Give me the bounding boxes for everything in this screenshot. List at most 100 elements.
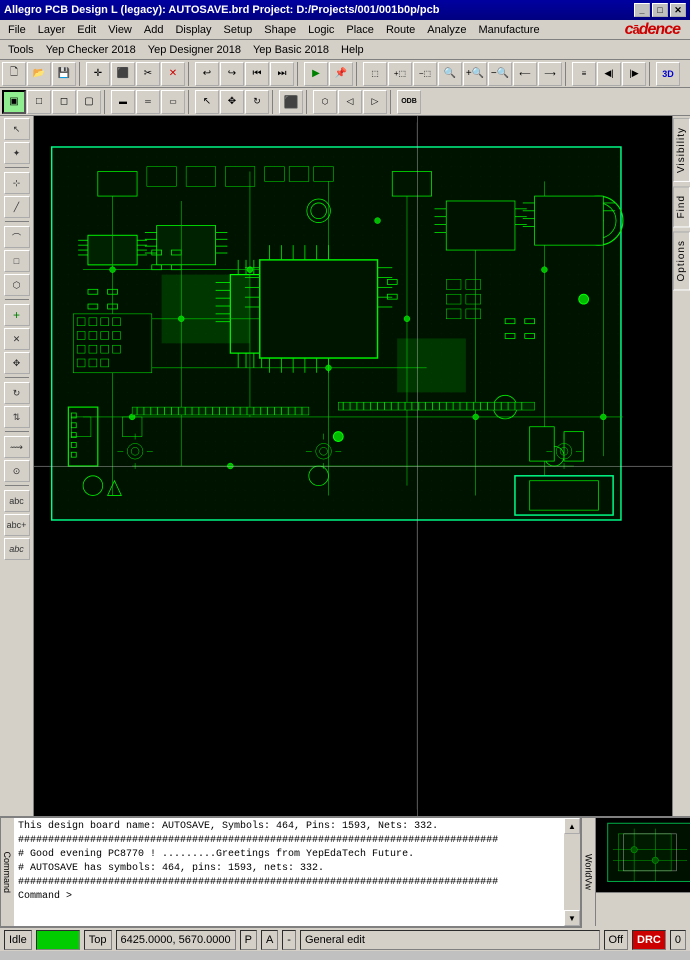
- tb-arrow-l[interactable]: ◀|: [597, 62, 621, 86]
- tb-zoom-next[interactable]: ⟶: [538, 62, 562, 86]
- tb2-move[interactable]: ✥: [220, 90, 244, 114]
- tb-zoom-out2[interactable]: −🔍: [488, 62, 512, 86]
- lt-point[interactable]: ✦: [4, 142, 30, 164]
- find-tab[interactable]: Find: [673, 186, 690, 227]
- menu-setup[interactable]: Setup: [218, 20, 259, 39]
- lt-move[interactable]: ✥: [4, 352, 30, 374]
- lt-text-add[interactable]: abc+: [4, 514, 30, 536]
- tb2-select[interactable]: ▣: [2, 90, 26, 114]
- lt-via[interactable]: ⊙: [4, 460, 30, 482]
- tb2-chip[interactable]: ⬡: [313, 90, 337, 114]
- tb2-stop[interactable]: ⬛: [279, 90, 303, 114]
- lt-route[interactable]: ⟿: [4, 436, 30, 458]
- tb2-arrow-r2[interactable]: ▷: [363, 90, 387, 114]
- tb-arrow-r[interactable]: |▶: [622, 62, 646, 86]
- tb2-rotate[interactable]: ↻: [245, 90, 269, 114]
- scroll-up-arrow[interactable]: ▲: [564, 818, 580, 834]
- lt-poly[interactable]: ⬡: [4, 274, 30, 296]
- tb-cut[interactable]: ✂: [136, 62, 160, 86]
- menu-analyze[interactable]: Analyze: [421, 20, 472, 39]
- menu-add[interactable]: Add: [138, 20, 170, 39]
- tb-pin[interactable]: 📌: [329, 62, 353, 86]
- tb2-b1[interactable]: ▬: [111, 90, 135, 114]
- maximize-button[interactable]: □: [652, 3, 668, 17]
- scroll-down-arrow[interactable]: ▼: [564, 910, 580, 926]
- tb-run[interactable]: ▶: [304, 62, 328, 86]
- menu-route[interactable]: Route: [380, 20, 421, 39]
- menu-display[interactable]: Display: [169, 20, 217, 39]
- tb-redo[interactable]: ↪: [220, 62, 244, 86]
- tb-zoom-prev[interactable]: ⟵: [513, 62, 537, 86]
- tb2-sq1[interactable]: □: [27, 90, 51, 114]
- tb-cross[interactable]: ✛: [86, 62, 110, 86]
- console-scrollbar[interactable]: ▲ ▼: [564, 818, 580, 926]
- lt-text2[interactable]: abc: [4, 538, 30, 560]
- view-status: Top: [84, 930, 112, 950]
- menu-yep-basic[interactable]: Yep Basic 2018: [247, 40, 335, 59]
- lt-del[interactable]: ✕: [4, 328, 30, 350]
- tb2-odb[interactable]: ODB: [397, 90, 421, 114]
- tb-zoom-fit[interactable]: 🔍: [438, 62, 462, 86]
- tb2-cursor[interactable]: ↖: [195, 90, 219, 114]
- menu-yep-checker[interactable]: Yep Checker 2018: [40, 40, 142, 59]
- menu-tools[interactable]: Tools: [2, 40, 40, 59]
- worldview-text: WorldVw: [584, 854, 594, 890]
- menu-help[interactable]: Help: [335, 40, 370, 59]
- menu-view[interactable]: View: [102, 20, 138, 39]
- tb-zoom-in[interactable]: +🔍: [463, 62, 487, 86]
- minimize-button[interactable]: _: [634, 3, 650, 17]
- tb-back[interactable]: ⏮: [245, 62, 269, 86]
- toolbar-main: 🗋 📂 💾 ✛ ⬛ ✂ ✕ ↩ ↪ ⏮ ⏭ ▶ 📌 ⬚ +⬚ −⬚ 🔍 +🔍 −…: [0, 60, 690, 88]
- close-button[interactable]: ✕: [670, 3, 686, 17]
- lt-rotate[interactable]: ↻: [4, 382, 30, 404]
- lt-sep-5: [5, 431, 29, 433]
- console-text[interactable]: This design board name: AUTOSAVE, Symbol…: [14, 818, 578, 926]
- tb2-sq3[interactable]: ▢: [77, 90, 101, 114]
- tb-layers[interactable]: ≡: [572, 62, 596, 86]
- menu-yep-designer[interactable]: Yep Designer 2018: [142, 40, 247, 59]
- title-bar: Allegro PCB Design L (legacy): AUTOSAVE.…: [0, 0, 690, 20]
- tb-save[interactable]: 💾: [52, 62, 76, 86]
- tb-new[interactable]: 🗋: [2, 62, 26, 86]
- lt-line[interactable]: ╱: [4, 196, 30, 218]
- tb-open[interactable]: 📂: [27, 62, 51, 86]
- led-indicator: [36, 930, 80, 950]
- tb-delete[interactable]: ✕: [161, 62, 185, 86]
- cadence-logo: cādence: [625, 21, 688, 39]
- options-tab[interactable]: Options: [673, 231, 690, 290]
- lt-measure[interactable]: ⊹: [4, 172, 30, 194]
- tb-forward[interactable]: ⏭: [270, 62, 294, 86]
- world-view-minimap[interactable]: [596, 818, 690, 893]
- lt-add[interactable]: +: [4, 304, 30, 326]
- lt-text[interactable]: abc: [4, 490, 30, 512]
- menu-place[interactable]: Place: [340, 20, 380, 39]
- tb-zoom-area[interactable]: ⬚: [363, 62, 387, 86]
- lt-arc[interactable]: ⌒: [4, 226, 30, 248]
- drc-text: DRC: [637, 934, 661, 946]
- tb-3d[interactable]: 3D: [656, 62, 680, 86]
- tb-zoom-out[interactable]: −⬚: [413, 62, 437, 86]
- coordinates: 6425.0000, 5670.0000: [116, 930, 236, 950]
- mode-text: General edit: [305, 934, 365, 946]
- menu-edit[interactable]: Edit: [71, 20, 102, 39]
- tb2-arrow-l2[interactable]: ◁: [338, 90, 362, 114]
- lt-rect[interactable]: □: [4, 250, 30, 272]
- tb-undo[interactable]: ↩: [195, 62, 219, 86]
- lt-sep-2: [5, 221, 29, 223]
- tb-copy[interactable]: ⬛: [111, 62, 135, 86]
- menu-manufacture[interactable]: Manufacture: [472, 20, 545, 39]
- tb-zoom-in-box[interactable]: +⬚: [388, 62, 412, 86]
- menu-shape[interactable]: Shape: [258, 20, 302, 39]
- menu-file[interactable]: File: [2, 20, 32, 39]
- tb2-sq2[interactable]: ◻: [52, 90, 76, 114]
- console-line-2: ########################################…: [18, 834, 574, 848]
- tb2-b2[interactable]: ═: [136, 90, 160, 114]
- menu-layer[interactable]: Layer: [32, 20, 72, 39]
- visibility-tab[interactable]: Visibility: [673, 118, 690, 182]
- lt-select[interactable]: ↖: [4, 118, 30, 140]
- tb2-b3[interactable]: ▭: [161, 90, 185, 114]
- right-panel: Visibility Find Options: [672, 116, 690, 816]
- pcb-canvas-area[interactable]: [34, 116, 672, 816]
- menu-logic[interactable]: Logic: [302, 20, 340, 39]
- lt-flip[interactable]: ⇅: [4, 406, 30, 428]
